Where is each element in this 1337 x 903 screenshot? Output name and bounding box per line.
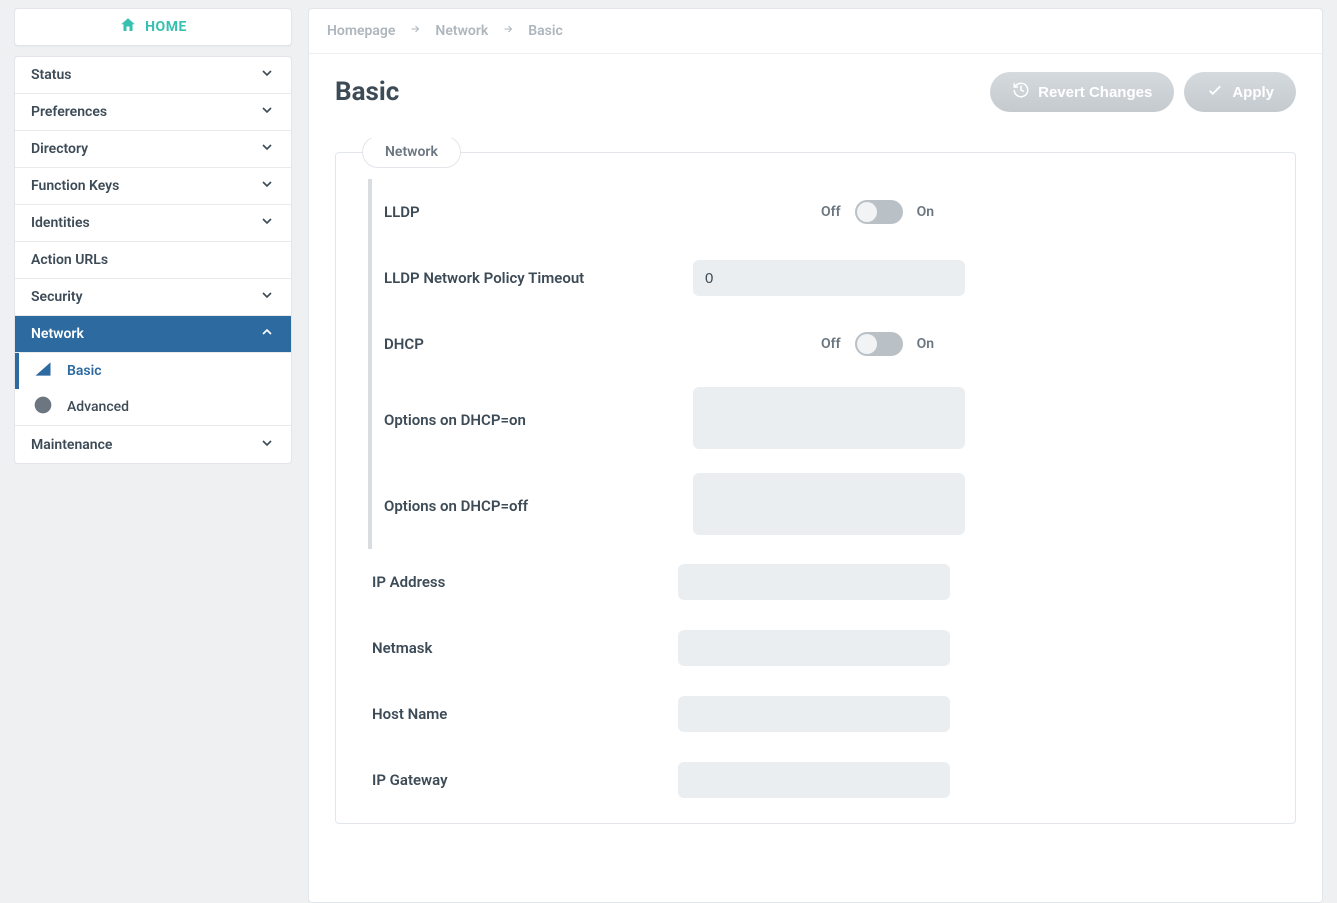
main: Homepage Network Basic Basic Revert Chan… (308, 8, 1323, 903)
sidebar-sub-item-label: Basic (67, 363, 102, 379)
sidebar-sub-item-label: Advanced (67, 399, 129, 415)
toggle-knob (857, 334, 877, 354)
sidebar-item-label: Security (31, 289, 83, 305)
sidebar-item-security[interactable]: Security (15, 279, 291, 316)
sidebar-item-label: Function Keys (31, 178, 119, 194)
chevron-down-icon (259, 65, 275, 85)
home-icon (119, 16, 137, 38)
globe-icon (33, 395, 53, 419)
chevron-down-icon (259, 102, 275, 122)
chevron-down-icon (259, 176, 275, 196)
chevron-down-icon (259, 139, 275, 159)
field-label: LLDP Network Policy Timeout (384, 269, 693, 287)
page-title: Basic (335, 77, 399, 107)
content: Network LLDP Off On LLDP Network Policy … (309, 138, 1322, 902)
page-head: Basic Revert Changes Apply (309, 54, 1322, 138)
button-label: Apply (1232, 84, 1274, 101)
row-options-dhcp-off: Options on DHCP=off (368, 463, 1263, 549)
sidebar-item-label: Network (31, 326, 84, 342)
toggle-on-label: On (917, 204, 934, 220)
dhcp-toggle[interactable] (855, 332, 903, 356)
button-row: Revert Changes Apply (990, 72, 1296, 112)
sidebar-item-label: Maintenance (31, 437, 112, 453)
sidebar-item-maintenance[interactable]: Maintenance (15, 426, 291, 463)
sidebar-item-preferences[interactable]: Preferences (15, 94, 291, 131)
chevron-down-icon (259, 287, 275, 307)
ip-address-input[interactable] (678, 564, 950, 600)
breadcrumb-homepage[interactable]: Homepage (327, 23, 395, 39)
toggle-off-label: Off (821, 336, 841, 352)
field-label: DHCP (384, 335, 693, 353)
sidebar-item-label: Preferences (31, 104, 107, 120)
row-lldp: LLDP Off On (368, 179, 1263, 245)
sidebar-item-directory[interactable]: Directory (15, 131, 291, 168)
check-icon (1206, 81, 1224, 103)
apply-button[interactable]: Apply (1184, 72, 1296, 112)
sidebar-item-label: Status (31, 67, 71, 83)
breadcrumb: Homepage Network Basic (309, 9, 1322, 54)
sidebar-item-label: Directory (31, 141, 88, 157)
netmask-input[interactable] (678, 630, 950, 666)
sidebar-item-label: Identities (31, 215, 90, 231)
sidebar-item-network[interactable]: Network (15, 316, 291, 353)
arrow-right-icon (502, 23, 514, 39)
chevron-down-icon (259, 435, 275, 455)
panel-network: Network LLDP Off On LLDP Network Policy … (335, 152, 1296, 824)
field-label: Options on DHCP=off (384, 497, 693, 515)
row-netmask: Netmask (368, 615, 1263, 681)
breadcrumb-basic[interactable]: Basic (528, 23, 563, 39)
options-dhcp-on-input[interactable] (693, 387, 965, 449)
sidebar: HOME Status Preferences Directory Functi… (14, 8, 292, 903)
toggle-group: Off On (693, 332, 1263, 356)
panel-tab-network: Network (362, 138, 461, 168)
field-label: Host Name (368, 705, 678, 723)
row-lldp-timeout: LLDP Network Policy Timeout (368, 245, 1263, 311)
sidebar-sub-item-advanced[interactable]: Advanced (15, 389, 291, 425)
breadcrumb-network[interactable]: Network (435, 23, 488, 39)
options-dhcp-off-input[interactable] (693, 473, 965, 535)
sidebar-sub-network: Basic Advanced (15, 353, 291, 426)
sidebar-sub-item-basic[interactable]: Basic (15, 353, 291, 389)
revert-changes-button[interactable]: Revert Changes (990, 72, 1174, 112)
home-label: HOME (145, 19, 187, 35)
field-label: Netmask (368, 639, 678, 657)
gateway-input[interactable] (678, 762, 950, 798)
lldp-toggle[interactable] (855, 200, 903, 224)
hostname-input[interactable] (678, 696, 950, 732)
sidebar-item-label: Action URLs (31, 252, 108, 268)
field-label: LLDP (384, 203, 693, 221)
field-label: IP Gateway (368, 771, 678, 789)
toggle-off-label: Off (821, 204, 841, 220)
row-options-dhcp-on: Options on DHCP=on (368, 377, 1263, 463)
lldp-timeout-input[interactable] (693, 260, 965, 296)
history-icon (1012, 81, 1030, 103)
row-dhcp: DHCP Off On (368, 311, 1263, 377)
chevron-down-icon (259, 213, 275, 233)
field-label: Options on DHCP=on (384, 411, 693, 429)
sidebar-item-identities[interactable]: Identities (15, 205, 291, 242)
field-label: IP Address (368, 573, 678, 591)
sidebar-item-function-keys[interactable]: Function Keys (15, 168, 291, 205)
toggle-on-label: On (917, 336, 934, 352)
home-button[interactable]: HOME (14, 8, 292, 46)
row-hostname: Host Name (368, 681, 1263, 747)
arrow-right-icon (409, 23, 421, 39)
toggle-group: Off On (693, 200, 1263, 224)
sidebar-item-status[interactable]: Status (15, 57, 291, 94)
sidebar-item-action-urls[interactable]: Action URLs (15, 242, 291, 279)
row-gateway: IP Gateway (368, 747, 1263, 813)
chevron-up-icon (259, 324, 275, 344)
button-label: Revert Changes (1038, 84, 1152, 101)
nav: Status Preferences Directory Function Ke… (14, 56, 292, 464)
row-ip-address: IP Address (368, 549, 1263, 615)
toggle-knob (857, 202, 877, 222)
signal-icon (33, 359, 53, 383)
